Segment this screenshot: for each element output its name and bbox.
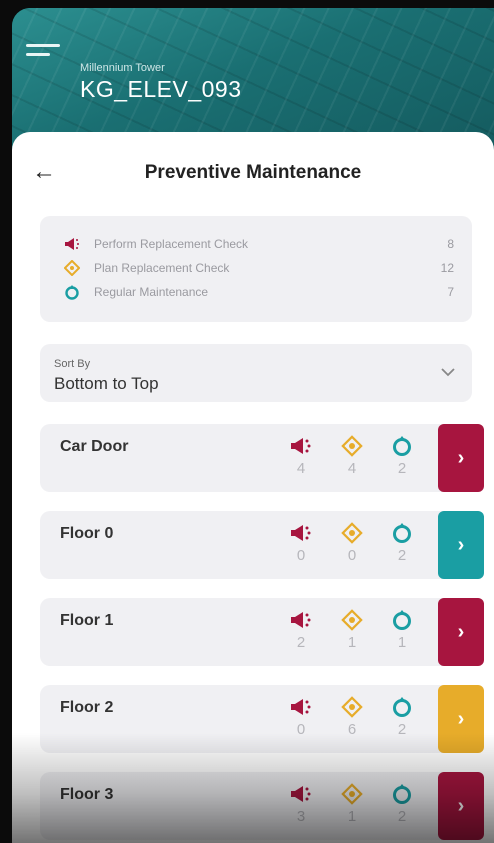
page-title: Preventive Maintenance [144,162,362,183]
legend-row-replacement: Perform Replacement Check 8 [62,234,454,254]
metric-count: 0 [347,547,357,564]
legend-count: 7 [447,285,454,299]
metric-count: 1 [347,808,357,825]
drop-icon [387,521,417,545]
sort-label: Sort By [54,358,91,370]
list-item[interactable]: Floor 2 0 6 2 › [40,685,484,753]
metric-plan: 4 [337,434,367,477]
item-name: Car Door [60,438,129,455]
metric-count: 2 [397,721,407,738]
sort-value: Bottom to Top [54,374,159,393]
megaphone-icon [286,434,316,458]
megaphone-icon [286,608,316,632]
metric-regular: 2 [387,521,417,564]
metric-count: 2 [397,460,407,477]
diamond-icon [337,608,367,632]
sort-dropdown[interactable]: Sort By Bottom to Top [40,344,472,402]
metric-count: 0 [296,547,306,564]
megaphone-icon [286,782,316,806]
item-name: Floor 3 [60,786,114,803]
metric-count: 2 [296,634,306,651]
metric-regular: 2 [387,434,417,477]
metric-count: 4 [296,460,306,477]
chevron-down-icon [441,368,455,377]
header-title: KG_ELEV_093 [80,76,242,102]
header-subtitle: Millennium Tower [80,62,165,74]
metric-regular: 2 [387,695,417,738]
metric-plan: 6 [337,695,367,738]
list-item[interactable]: Floor 0 0 0 2 › [40,511,484,579]
metric-count: 3 [296,808,306,825]
metric-replace: 2 [286,608,316,651]
item-name: Floor 1 [60,612,114,629]
menu-icon[interactable] [26,44,60,64]
item-name: Floor 0 [60,525,114,542]
list-item[interactable]: Car Door 4 4 2 › [40,424,484,492]
legend-label: Regular Maintenance [94,285,209,299]
drop-icon [62,284,82,300]
diamond-icon [62,260,82,276]
diamond-icon [337,782,367,806]
metric-plan: 1 [337,782,367,825]
metric-replace: 3 [286,782,316,825]
diamond-icon [337,695,367,719]
list-item[interactable]: Floor 1 2 1 1 › [40,598,484,666]
megaphone-icon [286,521,316,545]
metric-count: 2 [397,808,407,825]
metric-count: 1 [347,634,357,651]
megaphone-icon [62,237,82,251]
legend-panel: Perform Replacement Check 8 Plan Replace… [40,216,472,322]
metric-replace: 0 [286,695,316,738]
legend-label: Perform Replacement Check [94,237,249,251]
diamond-icon [337,521,367,545]
drop-icon [387,434,417,458]
drop-icon [387,782,417,806]
open-item-button[interactable]: › [438,424,484,492]
metric-regular: 1 [387,608,417,651]
metric-replace: 0 [286,521,316,564]
metric-regular: 2 [387,782,417,825]
open-item-button[interactable]: › [438,598,484,666]
open-item-button[interactable]: › [438,772,484,840]
drop-icon [387,608,417,632]
metric-count: 2 [397,547,407,564]
metric-replace: 4 [286,434,316,477]
app-frame: Millennium Tower KG_ELEV_093 ← Preventiv… [12,8,494,843]
metric-count: 4 [347,460,357,477]
legend-row-plan: Plan Replacement Check 12 [62,258,454,278]
diamond-icon [337,434,367,458]
metric-count: 6 [347,721,357,738]
megaphone-icon [286,695,316,719]
legend-count: 12 [440,261,454,275]
content-sheet: ← Preventive Maintenance Perform Replace… [12,132,494,843]
list-item[interactable]: Floor 3 3 1 2 › [40,772,484,840]
metric-count: 0 [296,721,306,738]
open-item-button[interactable]: › [438,685,484,753]
legend-label: Plan Replacement Check [94,261,230,275]
metric-plan: 1 [337,608,367,651]
legend-row-regular: Regular Maintenance 7 [62,282,454,302]
legend-count: 8 [447,237,454,251]
metric-plan: 0 [337,521,367,564]
item-name: Floor 2 [60,699,114,716]
drop-icon [387,695,417,719]
open-item-button[interactable]: › [438,511,484,579]
metric-count: 1 [397,634,407,651]
